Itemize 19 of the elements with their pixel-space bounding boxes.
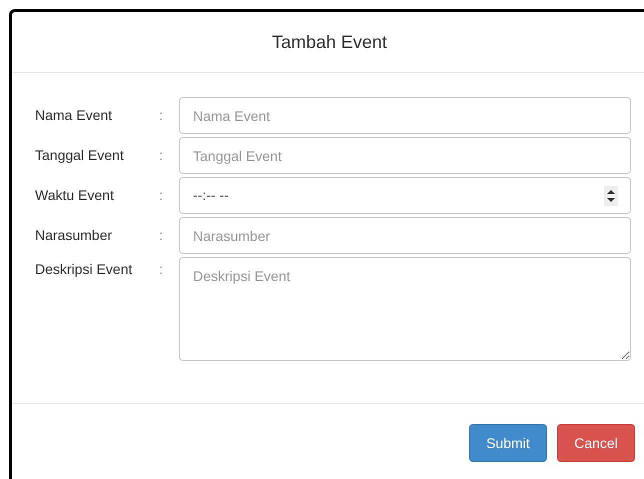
field-label: Waktu Event: [35, 186, 115, 205]
submit-button[interactable]: Submit: [469, 424, 547, 462]
text-field[interactable]: Narasumber: [179, 217, 631, 254]
modal-title: Tambah Event: [272, 30, 388, 54]
text-field[interactable]: Nama Event: [179, 97, 631, 134]
label-colon: :: [159, 226, 164, 245]
description-field[interactable]: Deskripsi Event: [179, 257, 631, 361]
field-label: Tanggal Event: [35, 146, 125, 165]
label-colon: :: [159, 260, 164, 279]
cancel-button[interactable]: Cancel: [557, 424, 635, 462]
field-label: Deskripsi Event: [35, 260, 134, 279]
spinner-icon[interactable]: [604, 186, 618, 206]
field-label: Nama Event: [35, 106, 114, 125]
field-label: Narasumber: [35, 226, 114, 245]
label-colon: :: [159, 146, 164, 165]
label-colon: :: [159, 106, 164, 125]
time-field[interactable]: --:-- --: [179, 177, 631, 214]
text-field[interactable]: Tanggal Event: [179, 137, 631, 174]
label-colon: :: [159, 186, 164, 205]
